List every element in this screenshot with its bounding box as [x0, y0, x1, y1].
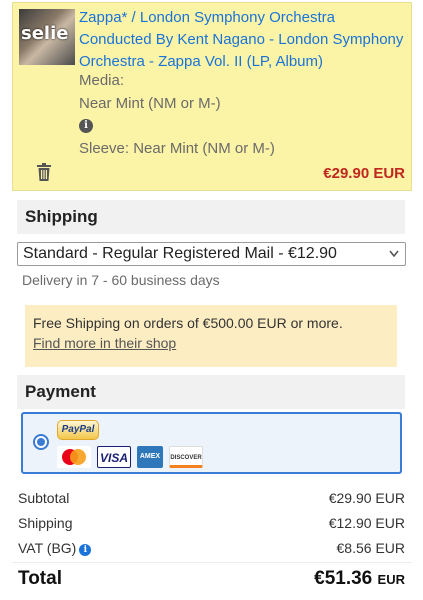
- shipping-cost-row: Shipping €12.90 EUR: [18, 515, 405, 531]
- vat-row: VAT (BG) i €8.56 EUR: [18, 540, 405, 556]
- media-condition: Near Mint (NM or M-): [79, 95, 221, 112]
- shipping-heading: Shipping: [17, 200, 405, 234]
- item-price: €29.90 EUR: [323, 165, 405, 182]
- album-thumbnail[interactable]: selie: [19, 9, 75, 65]
- thumbnail-watermark: selie: [21, 23, 69, 44]
- discover-logo: DISCOVER: [169, 446, 203, 468]
- media-label: Media:: [79, 72, 125, 89]
- paypal-logo: PayPal: [57, 420, 99, 440]
- total-label: Total: [18, 568, 62, 589]
- amex-logo: AMEX: [137, 446, 163, 468]
- delivery-estimate: Delivery in 7 - 60 business days: [22, 272, 220, 288]
- shipping-cost-label: Shipping: [18, 515, 73, 531]
- total-currency: EUR: [377, 572, 405, 587]
- divider: [12, 562, 412, 563]
- total-value-group: €51.36 EUR: [314, 568, 405, 590]
- payment-radio-selected[interactable]: [33, 434, 49, 450]
- item-title-link[interactable]: Zappa* / London Symphony Orchestra Condu…: [79, 7, 409, 73]
- payment-option-paypal[interactable]: PayPal VISA AMEX DISCOVER: [21, 412, 402, 474]
- cart-item-card: selie Zappa* / London Symphony Orchestra…: [12, 2, 412, 191]
- free-shipping-notice: Free Shipping on orders of €500.00 EUR o…: [25, 305, 397, 367]
- shop-link[interactable]: Find more in their shop: [33, 335, 389, 351]
- subtotal-value: €29.90 EUR: [328, 490, 405, 506]
- trash-icon[interactable]: [37, 163, 51, 181]
- shipping-method-select[interactable]: Standard - Regular Registered Mail - €12…: [17, 242, 406, 266]
- total-value: €51.36: [314, 568, 373, 589]
- shipping-cost-value: €12.90 EUR: [328, 515, 405, 531]
- subtotal-label: Subtotal: [18, 490, 70, 506]
- shipping-method-value: Standard - Regular Registered Mail - €12…: [23, 245, 337, 262]
- info-icon[interactable]: i: [79, 119, 93, 133]
- total-row: Total €51.36 EUR: [18, 568, 405, 590]
- payment-heading: Payment: [17, 375, 405, 409]
- vat-label: VAT (BG): [18, 540, 77, 556]
- vat-info-icon[interactable]: i: [79, 544, 92, 556]
- mastercard-logo: [57, 446, 91, 468]
- vat-value: €8.56 EUR: [336, 540, 405, 556]
- free-shipping-text: Free Shipping on orders of €500.00 EUR o…: [33, 315, 343, 331]
- visa-logo: VISA: [97, 446, 131, 468]
- subtotal-row: Subtotal €29.90 EUR: [18, 490, 405, 506]
- sleeve-condition: Sleeve: Near Mint (NM or M-): [79, 140, 275, 157]
- chevron-down-icon: [389, 250, 399, 258]
